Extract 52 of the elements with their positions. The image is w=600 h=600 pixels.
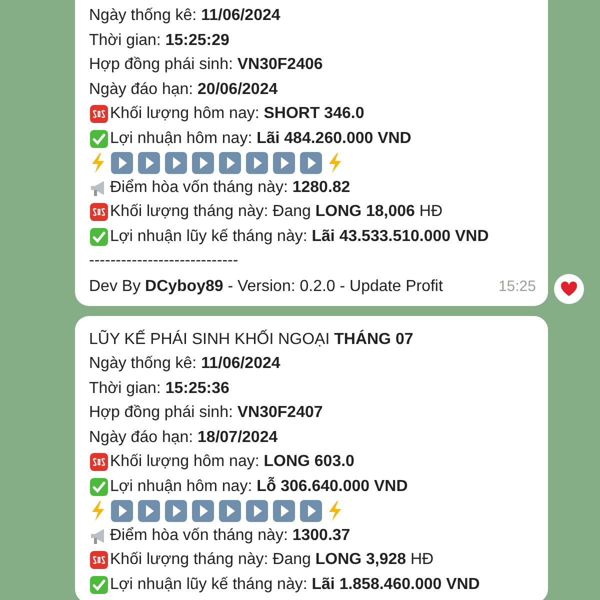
message-line: Thời gian: 15:25:36 [89, 380, 230, 398]
message-line: Lợi nhuận hôm nay: Lãi 484.260.000 VND [110, 130, 412, 148]
message-line: Khối lượng hôm nay: SHORT 346.0 [110, 105, 364, 124]
message-line: Lợi nhuận lũy kế tháng này: Lãi 1.858.460.000 VND [110, 576, 480, 594]
message-line: Khối lượng hôm nay: LONG 603.0 [110, 453, 354, 472]
check-icon [89, 128, 109, 149]
check-icon [89, 226, 109, 247]
message-line: Ngày thống kê: 11/06/2024 [89, 355, 280, 374]
play-button-icon [218, 151, 242, 176]
sos-icon [89, 550, 109, 570]
play-button-icon [299, 151, 323, 176]
message-line: Ngày đáo hạn: 20/06/2024 [89, 80, 278, 99]
play-button-icon [191, 499, 215, 524]
message-line: LŨY KẾ PHÁI SINH KHỐI NGOẠI THÁNG 07 [89, 330, 414, 349]
lightning-icon [326, 152, 344, 174]
play-button-icon [164, 499, 188, 524]
play-button-icon [272, 499, 296, 524]
play-button-icon [218, 499, 242, 524]
message-line: Khối lượng tháng này: Đang LONG 18,006 HĐ [110, 203, 443, 222]
play-button-icon [191, 151, 215, 176]
message-line: Lợi nhuận hôm nay: Lỗ 306.640.000 VND [110, 478, 408, 496]
play-button-icon [299, 499, 323, 524]
play-button-icon [110, 499, 134, 524]
reaction-badge[interactable] [554, 274, 584, 304]
sos-icon [89, 452, 109, 472]
play-button-icon [245, 499, 269, 524]
heart-icon [560, 280, 578, 296]
message-line: Lợi nhuận lũy kế tháng này: Lãi 43.533.510.000 VND [110, 228, 489, 246]
sos-icon [89, 202, 109, 222]
lightning-icon [326, 500, 344, 522]
message-line: Ngày đáo hạn: 18/07/2024 [89, 428, 278, 447]
play-button-icon [245, 151, 269, 176]
message-line: Thời gian: 15:25:29 [89, 32, 230, 50]
message-line: Khối lượng tháng này: Đang LONG 3,928 HĐ [110, 551, 434, 570]
message-line: Ngày thống kê: 11/06/2024 [89, 7, 280, 26]
message-line: Hợp đồng phái sinh: VN30F2407 [89, 404, 323, 422]
play-button-icon [110, 151, 134, 176]
play-button-icon [272, 151, 296, 176]
play-button-icon [137, 151, 161, 176]
footer-text: Dev By DCyboy89 - Version: 0.2.0 - Update Profit [89, 278, 443, 296]
message-line: Điểm hòa vốn tháng này: 1280.82 [110, 178, 350, 197]
message-line: Hợp đồng phái sinh: VN30F2406 [89, 56, 323, 74]
check-icon [89, 574, 109, 595]
check-icon [89, 476, 109, 497]
play-button-icon [164, 151, 188, 176]
message-line: Điểm hòa vốn tháng này: 1300.37 [110, 526, 350, 545]
sos-icon [89, 104, 109, 124]
message-time: 15:25 [498, 278, 536, 295]
play-button-icon [137, 499, 161, 524]
message-line: ---------------------------- [89, 252, 238, 270]
lightning-icon [89, 500, 107, 522]
lightning-icon [89, 152, 107, 174]
